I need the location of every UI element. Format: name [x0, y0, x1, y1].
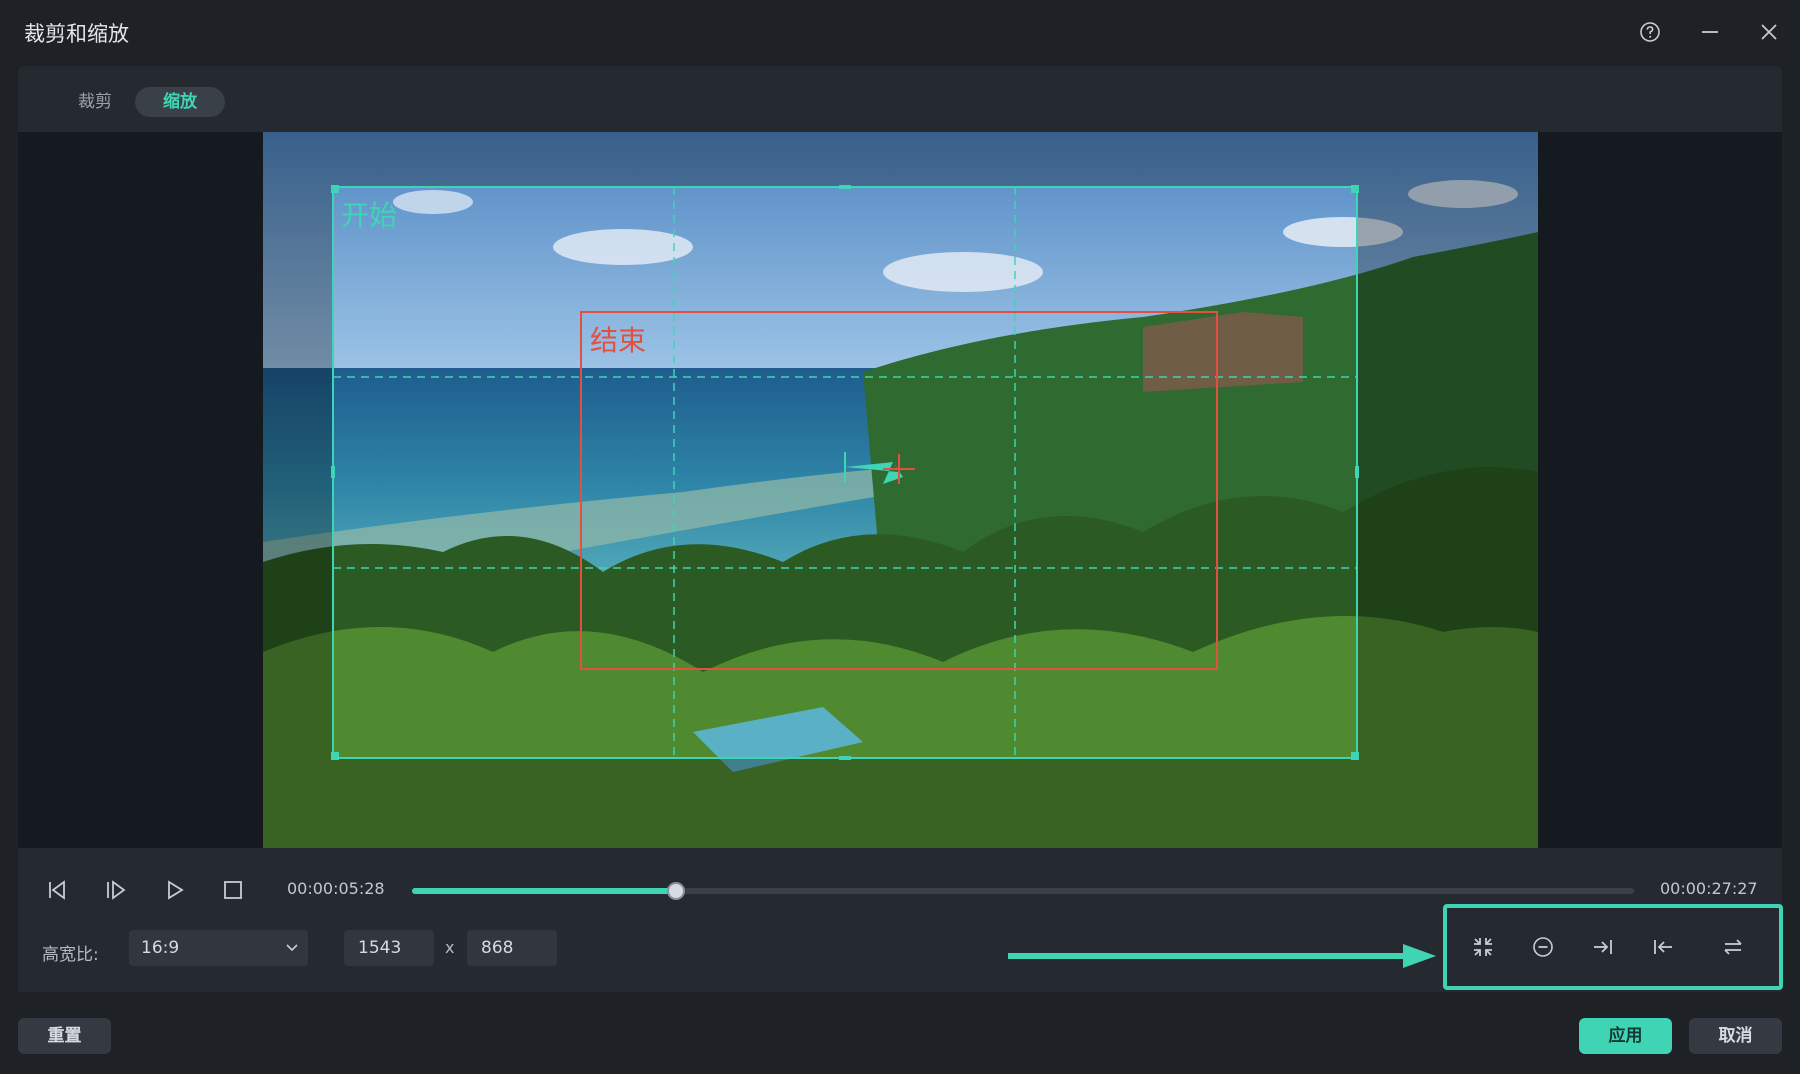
reset-button[interactable]: 重置	[18, 1018, 111, 1054]
resize-handle[interactable]	[331, 185, 339, 193]
video-preview[interactable]: 开始 结束	[263, 132, 1538, 848]
resize-handle[interactable]	[331, 752, 339, 760]
cloud	[883, 252, 1043, 292]
swap-button[interactable]	[1717, 931, 1749, 963]
zoom-out-icon	[1533, 937, 1553, 957]
help-button[interactable]	[1634, 16, 1666, 48]
width-input[interactable]: 1543	[344, 930, 434, 966]
move-to-end-icon	[1594, 940, 1612, 954]
resort	[1143, 312, 1303, 392]
apply-button[interactable]: 应用	[1579, 1018, 1672, 1054]
next-frame-button[interactable]	[100, 874, 132, 906]
cloud	[393, 190, 473, 214]
stop-icon	[224, 881, 242, 899]
previous-frame-button[interactable]	[42, 874, 74, 906]
total-time: 00:00:27:27	[1660, 879, 1758, 898]
control-bar: 00:00:05:28 00:00:27:27 高宽比: 16:9 1543 x…	[18, 848, 1783, 992]
aspect-ratio-label: 高宽比:	[42, 945, 99, 965]
playback-progress	[412, 888, 676, 894]
resize-handle[interactable]	[839, 185, 851, 189]
aspect-ratio-value: 16:9	[141, 938, 180, 958]
previous-frame-icon	[49, 880, 65, 900]
resize-handle[interactable]	[331, 466, 335, 478]
close-icon	[1761, 24, 1777, 40]
crop-zoom-dialog: 裁剪和缩放 裁剪 缩放 开始 结束 00:00:05:28 00:00:27:2…	[0, 0, 1800, 1074]
tab-crop[interactable]: 裁剪	[50, 87, 140, 117]
play-icon	[168, 880, 184, 900]
tab-zoom[interactable]: 缩放	[135, 87, 225, 117]
swap-icon	[1724, 939, 1742, 955]
minimize-button[interactable]	[1694, 16, 1726, 48]
playback-thumb[interactable]	[666, 882, 685, 900]
aspect-ratio-select[interactable]: 16:9	[129, 930, 308, 966]
stop-button[interactable]	[217, 874, 249, 906]
close-button[interactable]	[1753, 16, 1785, 48]
title-bar: 裁剪和缩放	[0, 0, 1800, 64]
fit-icon	[1474, 938, 1492, 956]
zoom-toolbox	[1443, 904, 1783, 990]
next-frame-icon	[107, 880, 126, 900]
main-panel: 裁剪 缩放 开始 结束 00:00:05:28 00:00:27:27 高宽比:…	[18, 66, 1783, 992]
start-frame-label: 开始	[341, 199, 398, 232]
preview-area: 开始 结束	[18, 132, 1782, 848]
cancel-button[interactable]: 取消	[1689, 1018, 1782, 1054]
cloud	[553, 229, 693, 265]
resize-handle[interactable]	[1355, 466, 1359, 478]
preview-scene	[263, 132, 1538, 848]
help-icon	[1640, 22, 1660, 42]
move-to-end-button[interactable]	[1587, 931, 1619, 963]
end-frame-label: 结束	[590, 324, 647, 357]
chevron-down-icon	[284, 930, 300, 979]
height-input[interactable]: 868	[467, 930, 557, 966]
resize-handle[interactable]	[1351, 752, 1359, 760]
playback-slider[interactable]	[412, 882, 1634, 900]
dialog-title: 裁剪和缩放	[24, 22, 129, 46]
fit-button[interactable]	[1467, 931, 1499, 963]
resize-handle[interactable]	[1351, 185, 1359, 193]
play-button[interactable]	[159, 874, 191, 906]
move-to-start-icon	[1654, 940, 1672, 954]
minimize-icon	[1702, 31, 1718, 33]
pointer-arrow	[1008, 944, 1436, 968]
tab-bar: 裁剪 缩放	[18, 66, 1782, 132]
zoom-out-button[interactable]	[1527, 931, 1559, 963]
move-to-start-button[interactable]	[1647, 931, 1679, 963]
current-time: 00:00:05:28	[287, 879, 385, 898]
dimension-separator: x	[445, 938, 455, 957]
resize-handle[interactable]	[839, 756, 851, 760]
